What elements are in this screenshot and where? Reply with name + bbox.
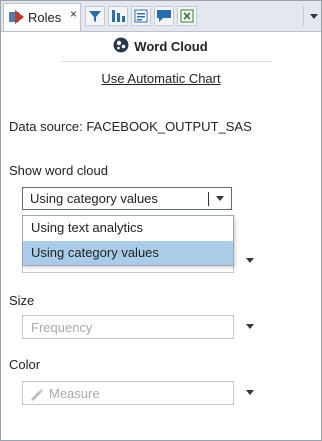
category-chevron-down-icon[interactable] xyxy=(246,258,254,263)
filter-tab[interactable] xyxy=(85,6,105,26)
data-source-label: Data source: FACEBOOK_OUTPUT_SAS xyxy=(9,119,252,134)
tab-separator xyxy=(303,6,304,26)
comments-tab[interactable] xyxy=(154,6,174,26)
size-chevron-down-icon[interactable] xyxy=(246,324,254,329)
comment-icon xyxy=(157,10,171,22)
page-title: Word Cloud xyxy=(134,39,208,54)
option-text-analytics[interactable]: Using text analytics xyxy=(23,216,233,240)
chevron-down-icon[interactable] xyxy=(216,196,224,201)
show-word-cloud-label: Show word cloud xyxy=(9,163,108,178)
select-separator xyxy=(208,192,209,206)
excel-tab[interactable] xyxy=(177,6,197,26)
size-label: Size xyxy=(9,293,35,308)
properties-tab[interactable] xyxy=(131,6,151,26)
spreadsheet-icon xyxy=(180,9,194,23)
tab-roles[interactable]: Roles × xyxy=(3,3,81,31)
tab-overflow-chevron-down-icon[interactable] xyxy=(310,14,318,19)
roles-panel: Roles × Word Cloud Use Automatic Chart D… xyxy=(0,0,322,441)
size-field[interactable]: Frequency xyxy=(22,315,234,339)
tab-bar: Roles × xyxy=(1,1,321,32)
color-chevron-down-icon[interactable] xyxy=(246,390,254,395)
show-word-cloud-options: Using text analytics Using category valu… xyxy=(22,215,234,266)
use-automatic-chart-link[interactable]: Use Automatic Chart xyxy=(1,71,321,86)
measure-icon xyxy=(31,389,43,401)
roles-tab-icon xyxy=(9,10,24,24)
option-label: Using category values xyxy=(31,245,159,260)
show-word-cloud-select[interactable]: Using category values xyxy=(22,187,232,210)
tab-roles-label: Roles xyxy=(28,10,62,25)
option-category-values[interactable]: Using category values xyxy=(23,241,233,265)
properties-icon xyxy=(134,9,148,23)
color-field[interactable]: Measure xyxy=(22,381,234,405)
ranks-tab[interactable] xyxy=(108,6,128,26)
show-word-cloud-value: Using category values xyxy=(30,191,158,206)
tab-close-icon[interactable]: × xyxy=(70,7,77,21)
size-placeholder: Frequency xyxy=(31,320,93,335)
option-label: Using text analytics xyxy=(31,220,143,235)
color-label: Color xyxy=(9,357,41,372)
sort-icon xyxy=(112,10,125,22)
color-placeholder: Measure xyxy=(49,386,100,401)
filter-icon xyxy=(89,11,101,22)
header-divider xyxy=(61,61,271,62)
